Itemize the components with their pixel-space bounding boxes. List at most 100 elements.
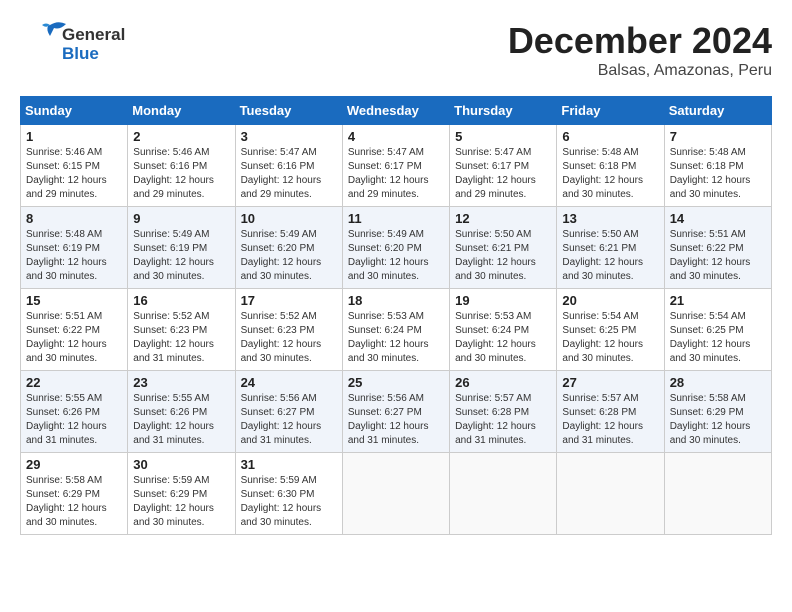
sunrise-label: Sunrise: 5:56 AM [241,393,317,404]
day-info: Sunrise: 5:47 AM Sunset: 6:17 PM Dayligh… [348,146,444,202]
day-number: 17 [241,293,337,308]
logo-blue-text: Blue [62,45,125,64]
day-number: 18 [348,293,444,308]
daylight-label: Daylight: 12 hours and 30 minutes. [348,257,429,282]
calendar-cell: 25 Sunrise: 5:56 AM Sunset: 6:27 PM Dayl… [342,371,449,453]
daylight-label: Daylight: 12 hours and 31 minutes. [133,339,214,364]
day-number: 27 [562,375,658,390]
calendar-cell: 28 Sunrise: 5:58 AM Sunset: 6:29 PM Dayl… [664,371,771,453]
day-number: 19 [455,293,551,308]
logo-bird-icon [20,20,70,65]
day-number: 15 [26,293,122,308]
sunrise-label: Sunrise: 5:48 AM [562,147,638,158]
sunset-label: Sunset: 6:15 PM [26,161,100,172]
day-number: 4 [348,129,444,144]
sunset-label: Sunset: 6:22 PM [26,325,100,336]
calendar-cell: 30 Sunrise: 5:59 AM Sunset: 6:29 PM Dayl… [128,453,235,535]
calendar-cell: 14 Sunrise: 5:51 AM Sunset: 6:22 PM Dayl… [664,207,771,289]
daylight-label: Daylight: 12 hours and 31 minutes. [241,421,322,446]
calendar-cell [557,453,664,535]
sunset-label: Sunset: 6:21 PM [455,243,529,254]
sunrise-label: Sunrise: 5:46 AM [133,147,209,158]
location: Balsas, Amazonas, Peru [508,62,772,80]
calendar-cell [342,453,449,535]
day-number: 28 [670,375,766,390]
daylight-label: Daylight: 12 hours and 31 minutes. [26,421,107,446]
calendar-cell: 6 Sunrise: 5:48 AM Sunset: 6:18 PM Dayli… [557,125,664,207]
daylight-label: Daylight: 12 hours and 30 minutes. [241,339,322,364]
sunrise-label: Sunrise: 5:54 AM [562,311,638,322]
sunset-label: Sunset: 6:24 PM [348,325,422,336]
day-info: Sunrise: 5:47 AM Sunset: 6:16 PM Dayligh… [241,146,337,202]
day-number: 2 [133,129,229,144]
day-info: Sunrise: 5:48 AM Sunset: 6:18 PM Dayligh… [562,146,658,202]
sunrise-label: Sunrise: 5:49 AM [241,229,317,240]
calendar-week-3: 15 Sunrise: 5:51 AM Sunset: 6:22 PM Dayl… [21,289,772,371]
calendar-cell: 29 Sunrise: 5:58 AM Sunset: 6:29 PM Dayl… [21,453,128,535]
sunrise-label: Sunrise: 5:55 AM [26,393,102,404]
day-number: 25 [348,375,444,390]
calendar-cell: 2 Sunrise: 5:46 AM Sunset: 6:16 PM Dayli… [128,125,235,207]
calendar-cell: 31 Sunrise: 5:59 AM Sunset: 6:30 PM Dayl… [235,453,342,535]
day-info: Sunrise: 5:48 AM Sunset: 6:18 PM Dayligh… [670,146,766,202]
sunrise-label: Sunrise: 5:49 AM [348,229,424,240]
daylight-label: Daylight: 12 hours and 30 minutes. [670,175,751,200]
sunrise-label: Sunrise: 5:59 AM [133,475,209,486]
day-number: 24 [241,375,337,390]
day-info: Sunrise: 5:52 AM Sunset: 6:23 PM Dayligh… [133,310,229,366]
calendar-cell [450,453,557,535]
sunset-label: Sunset: 6:19 PM [26,243,100,254]
day-number: 7 [670,129,766,144]
sunset-label: Sunset: 6:27 PM [348,407,422,418]
daylight-label: Daylight: 12 hours and 31 minutes. [348,421,429,446]
sunrise-label: Sunrise: 5:57 AM [455,393,531,404]
daylight-label: Daylight: 12 hours and 29 minutes. [455,175,536,200]
day-info: Sunrise: 5:51 AM Sunset: 6:22 PM Dayligh… [670,228,766,284]
sunset-label: Sunset: 6:26 PM [133,407,207,418]
sunrise-label: Sunrise: 5:52 AM [133,311,209,322]
calendar-header-saturday: Saturday [664,97,771,125]
daylight-label: Daylight: 12 hours and 29 minutes. [241,175,322,200]
day-info: Sunrise: 5:54 AM Sunset: 6:25 PM Dayligh… [670,310,766,366]
day-info: Sunrise: 5:47 AM Sunset: 6:17 PM Dayligh… [455,146,551,202]
sunset-label: Sunset: 6:22 PM [670,243,744,254]
sunrise-label: Sunrise: 5:58 AM [670,393,746,404]
daylight-label: Daylight: 12 hours and 30 minutes. [670,257,751,282]
day-info: Sunrise: 5:59 AM Sunset: 6:29 PM Dayligh… [133,474,229,530]
sunrise-label: Sunrise: 5:50 AM [455,229,531,240]
sunset-label: Sunset: 6:16 PM [133,161,207,172]
calendar-cell: 7 Sunrise: 5:48 AM Sunset: 6:18 PM Dayli… [664,125,771,207]
calendar-header-row: SundayMondayTuesdayWednesdayThursdayFrid… [21,97,772,125]
daylight-label: Daylight: 12 hours and 30 minutes. [455,339,536,364]
sunset-label: Sunset: 6:18 PM [670,161,744,172]
logo-general-text: General [62,26,125,45]
calendar-cell: 11 Sunrise: 5:49 AM Sunset: 6:20 PM Dayl… [342,207,449,289]
calendar-header-tuesday: Tuesday [235,97,342,125]
sunrise-label: Sunrise: 5:59 AM [241,475,317,486]
calendar-cell: 10 Sunrise: 5:49 AM Sunset: 6:20 PM Dayl… [235,207,342,289]
day-info: Sunrise: 5:55 AM Sunset: 6:26 PM Dayligh… [133,392,229,448]
calendar-cell: 9 Sunrise: 5:49 AM Sunset: 6:19 PM Dayli… [128,207,235,289]
sunset-label: Sunset: 6:20 PM [241,243,315,254]
daylight-label: Daylight: 12 hours and 30 minutes. [670,339,751,364]
day-info: Sunrise: 5:46 AM Sunset: 6:15 PM Dayligh… [26,146,122,202]
sunrise-label: Sunrise: 5:55 AM [133,393,209,404]
day-number: 5 [455,129,551,144]
daylight-label: Daylight: 12 hours and 30 minutes. [562,257,643,282]
sunset-label: Sunset: 6:21 PM [562,243,636,254]
day-info: Sunrise: 5:49 AM Sunset: 6:20 PM Dayligh… [348,228,444,284]
day-info: Sunrise: 5:55 AM Sunset: 6:26 PM Dayligh… [26,392,122,448]
daylight-label: Daylight: 12 hours and 30 minutes. [133,503,214,528]
calendar-cell: 8 Sunrise: 5:48 AM Sunset: 6:19 PM Dayli… [21,207,128,289]
sunset-label: Sunset: 6:29 PM [26,489,100,500]
calendar-cell: 21 Sunrise: 5:54 AM Sunset: 6:25 PM Dayl… [664,289,771,371]
calendar-cell: 12 Sunrise: 5:50 AM Sunset: 6:21 PM Dayl… [450,207,557,289]
daylight-label: Daylight: 12 hours and 29 minutes. [348,175,429,200]
logo: General Blue [20,20,125,70]
sunrise-label: Sunrise: 5:50 AM [562,229,638,240]
month-title: December 2024 [508,20,772,62]
sunrise-label: Sunrise: 5:57 AM [562,393,638,404]
day-info: Sunrise: 5:53 AM Sunset: 6:24 PM Dayligh… [348,310,444,366]
sunrise-label: Sunrise: 5:51 AM [26,311,102,322]
sunrise-label: Sunrise: 5:47 AM [348,147,424,158]
